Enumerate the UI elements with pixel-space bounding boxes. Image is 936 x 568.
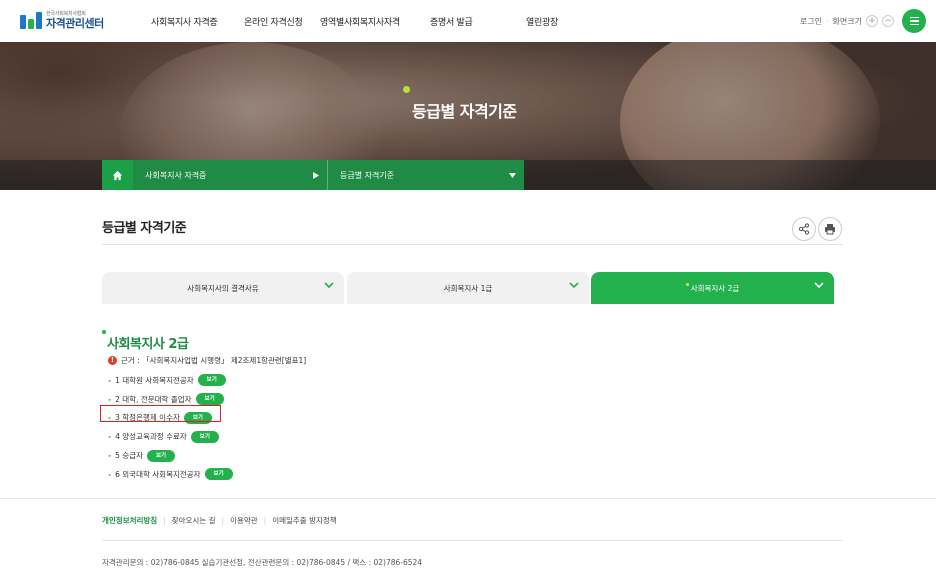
footer-contact: 자격관리문의 : 02)786-0845 실습기관선정, 전산관련문의 : 02…: [102, 558, 423, 567]
nav-item-online-apply[interactable]: 온라인 자격신청: [244, 15, 303, 28]
zoom-in-button[interactable]: +: [866, 15, 878, 27]
nav-item-certificate-issue[interactable]: 증명서 발급: [430, 15, 473, 28]
hero-title: 등급별 자격기준: [412, 102, 517, 121]
caret-down-icon: [509, 172, 516, 178]
grade-tabs: 사회복지사의 결격사유 사회복지사 1급 사회복지사 2급: [102, 272, 834, 304]
tab-grade1[interactable]: 사회복지사 1급: [347, 272, 589, 304]
tab-label: 사회복지사 1급: [443, 283, 493, 293]
bullet-dash: -: [108, 451, 112, 461]
legal-basis: ! 근거 : 「사회복지사업법 시행령」 제2조제1항관련[별표1]: [108, 355, 306, 366]
share-button[interactable]: [792, 217, 816, 241]
qualification-label: 4 양성교육과정 수료자: [115, 432, 187, 442]
view-button[interactable]: 보기: [146, 449, 176, 462]
qualification-label: 1 대학원 사회복지전공자: [115, 375, 194, 385]
util-separator: ·: [826, 16, 829, 26]
chevron-down-icon: [814, 282, 824, 289]
zoom-out-button[interactable]: −: [882, 15, 894, 27]
footer-links: 개인정보처리방침 | 찾아오시는 길 | 이용약관 | 이메일추출 방지정책: [102, 515, 337, 526]
qualification-list: - 1 대학원 사회복지전공자 보기 - 2 대학, 전문대학 졸업자 보기 -…: [108, 371, 233, 484]
highlight-box: [100, 405, 221, 422]
footer-separator: |: [263, 516, 267, 525]
breadcrumb-level2-dropdown[interactable]: 등급별 자격기준: [328, 160, 524, 190]
active-dot: [685, 282, 689, 286]
bullet-dash: -: [108, 432, 112, 442]
header-utilities: 로그인 · 화면크기 + −: [800, 9, 926, 33]
footer-separator: |: [163, 516, 166, 525]
page-title: 등급별 자격기준: [102, 221, 187, 236]
bullet-dash: -: [108, 469, 112, 479]
footer-link-email-policy[interactable]: 이메일추출 방지정책: [272, 515, 336, 526]
footer-separator: |: [221, 516, 225, 525]
list-item: - 6 외국대학 사회복지전공자 보기: [108, 465, 233, 484]
nav-item-area-qualification[interactable]: 영역별사회복지사자격: [320, 15, 400, 28]
share-icon: [798, 223, 810, 235]
printer-icon: [825, 224, 835, 235]
footer-top-divider: [0, 498, 936, 499]
breadcrumb-level1-label: 사회복지사 자격증: [145, 170, 207, 180]
list-item: - 5 승급자 보기: [108, 446, 233, 465]
title-divider: [102, 244, 843, 245]
breadcrumb: 사회복지사 자격증 등급별 자격기준: [102, 160, 524, 190]
footer-divider: [102, 540, 843, 541]
section-dot: [102, 330, 106, 334]
list-item: - 1 대학원 사회복지전공자 보기: [108, 371, 233, 390]
chevron-down-icon: [569, 282, 579, 289]
site-header: 한국사회복지사협회 자격관리센터 사회복지사 자격증 온라인 자격신청 영역별사…: [0, 0, 936, 42]
caret-right-icon: [313, 171, 319, 179]
hero-accent-dot: [403, 86, 410, 93]
bullet-dash: -: [108, 394, 112, 404]
home-icon[interactable]: [102, 160, 133, 190]
bullet-dash: -: [108, 375, 112, 385]
breadcrumb-level1-dropdown[interactable]: 사회복지사 자격증: [133, 160, 328, 190]
list-item: - 4 양성교육과정 수료자 보기: [108, 427, 233, 446]
section-title: 사회복지사 2급: [107, 337, 189, 352]
view-button[interactable]: 보기: [204, 468, 233, 481]
login-link[interactable]: 로그인: [800, 16, 822, 27]
alert-icon: !: [108, 356, 117, 365]
tab-label: 사회복지사 2급: [690, 283, 740, 293]
zoom-label: 화면크기: [832, 16, 862, 26]
logo-mark-icon: [20, 12, 42, 29]
footer-link-terms[interactable]: 이용약관: [230, 515, 258, 526]
chevron-down-icon: [324, 282, 334, 289]
qualification-label: 2 대학, 전문대학 졸업자: [115, 394, 192, 404]
view-button[interactable]: 보기: [197, 374, 226, 387]
legal-basis-text: 근거 : 「사회복지사업법 시행령」 제2조제1항관련[별표1]: [121, 356, 307, 365]
nav-item-certificate[interactable]: 사회복지사 자격증: [151, 15, 218, 28]
print-button[interactable]: [818, 217, 842, 241]
breadcrumb-level2-label: 등급별 자격기준: [340, 170, 395, 180]
view-button[interactable]: 보기: [190, 430, 219, 443]
tab-label: 사회복지사의 결격사유: [187, 283, 259, 293]
tab-disqualification[interactable]: 사회복지사의 결격사유: [102, 272, 344, 304]
footer-link-directions[interactable]: 찾아오시는 길: [172, 515, 216, 526]
qualification-label: 5 승급자: [115, 451, 143, 461]
site-logo[interactable]: 한국사회복지사협회 자격관리센터: [20, 12, 104, 29]
footer-link-privacy[interactable]: 개인정보처리방침: [102, 515, 157, 526]
qualification-label: 6 외국대학 사회복지전공자: [115, 469, 201, 479]
view-button[interactable]: 보기: [195, 393, 224, 406]
hamburger-menu-icon[interactable]: [902, 9, 926, 33]
tab-grade2[interactable]: 사회복지사 2급: [591, 272, 834, 304]
logo-title: 자격관리센터: [46, 17, 104, 30]
nav-item-open-plaza[interactable]: 열린광장: [526, 15, 558, 28]
